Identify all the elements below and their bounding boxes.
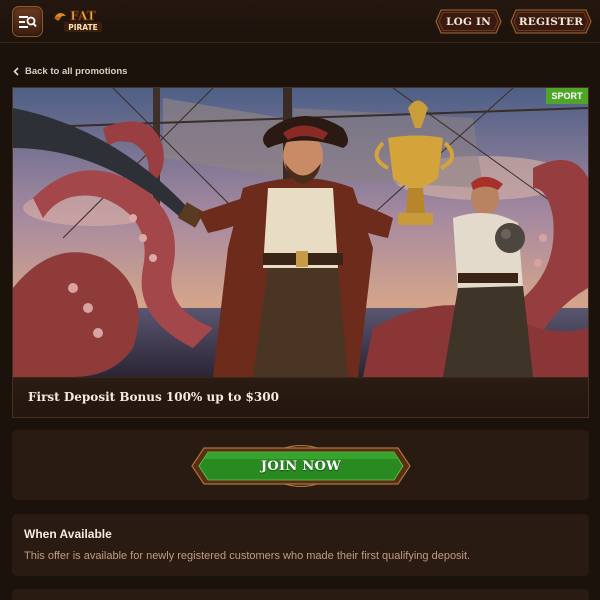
promo-title-bar: First Deposit Bonus 100% up to $300 <box>13 377 588 417</box>
join-now-button[interactable]: JOIN NOW <box>190 445 412 487</box>
next-section-panel <box>12 589 589 600</box>
join-now-label: JOIN NOW <box>260 458 342 474</box>
menu-search-icon <box>18 15 37 28</box>
availability-title: When Available <box>24 527 112 541</box>
category-badge: SPORT <box>546 88 588 104</box>
logo-text-top: FAT <box>70 9 95 23</box>
chevron-left-icon <box>13 66 19 76</box>
logo-text-bottom: PIRATE <box>68 23 98 32</box>
availability-panel: When Available This offer is available f… <box>12 514 589 576</box>
login-label: LOG IN <box>446 15 491 28</box>
promo-banner-image <box>13 88 588 377</box>
back-label: Back to all promotions <box>25 65 128 77</box>
promo-card: SPORT First Deposit Bonus 100% up to $30… <box>12 87 589 418</box>
fat-pirate-logo[interactable]: FAT PIRATE <box>52 7 104 35</box>
register-label: REGISTER <box>518 15 584 28</box>
menu-button[interactable] <box>12 6 43 37</box>
back-to-promotions-link[interactable]: Back to all promotions <box>13 64 127 78</box>
login-button[interactable]: LOG IN <box>435 9 502 34</box>
availability-text: This offer is available for newly regist… <box>24 550 471 562</box>
promo-title: First Deposit Bonus 100% up to $300 <box>28 390 279 404</box>
top-header: FAT PIRATE LOG IN REGISTER <box>0 0 600 43</box>
join-panel: JOIN NOW <box>12 430 589 500</box>
register-button[interactable]: REGISTER <box>510 9 592 34</box>
